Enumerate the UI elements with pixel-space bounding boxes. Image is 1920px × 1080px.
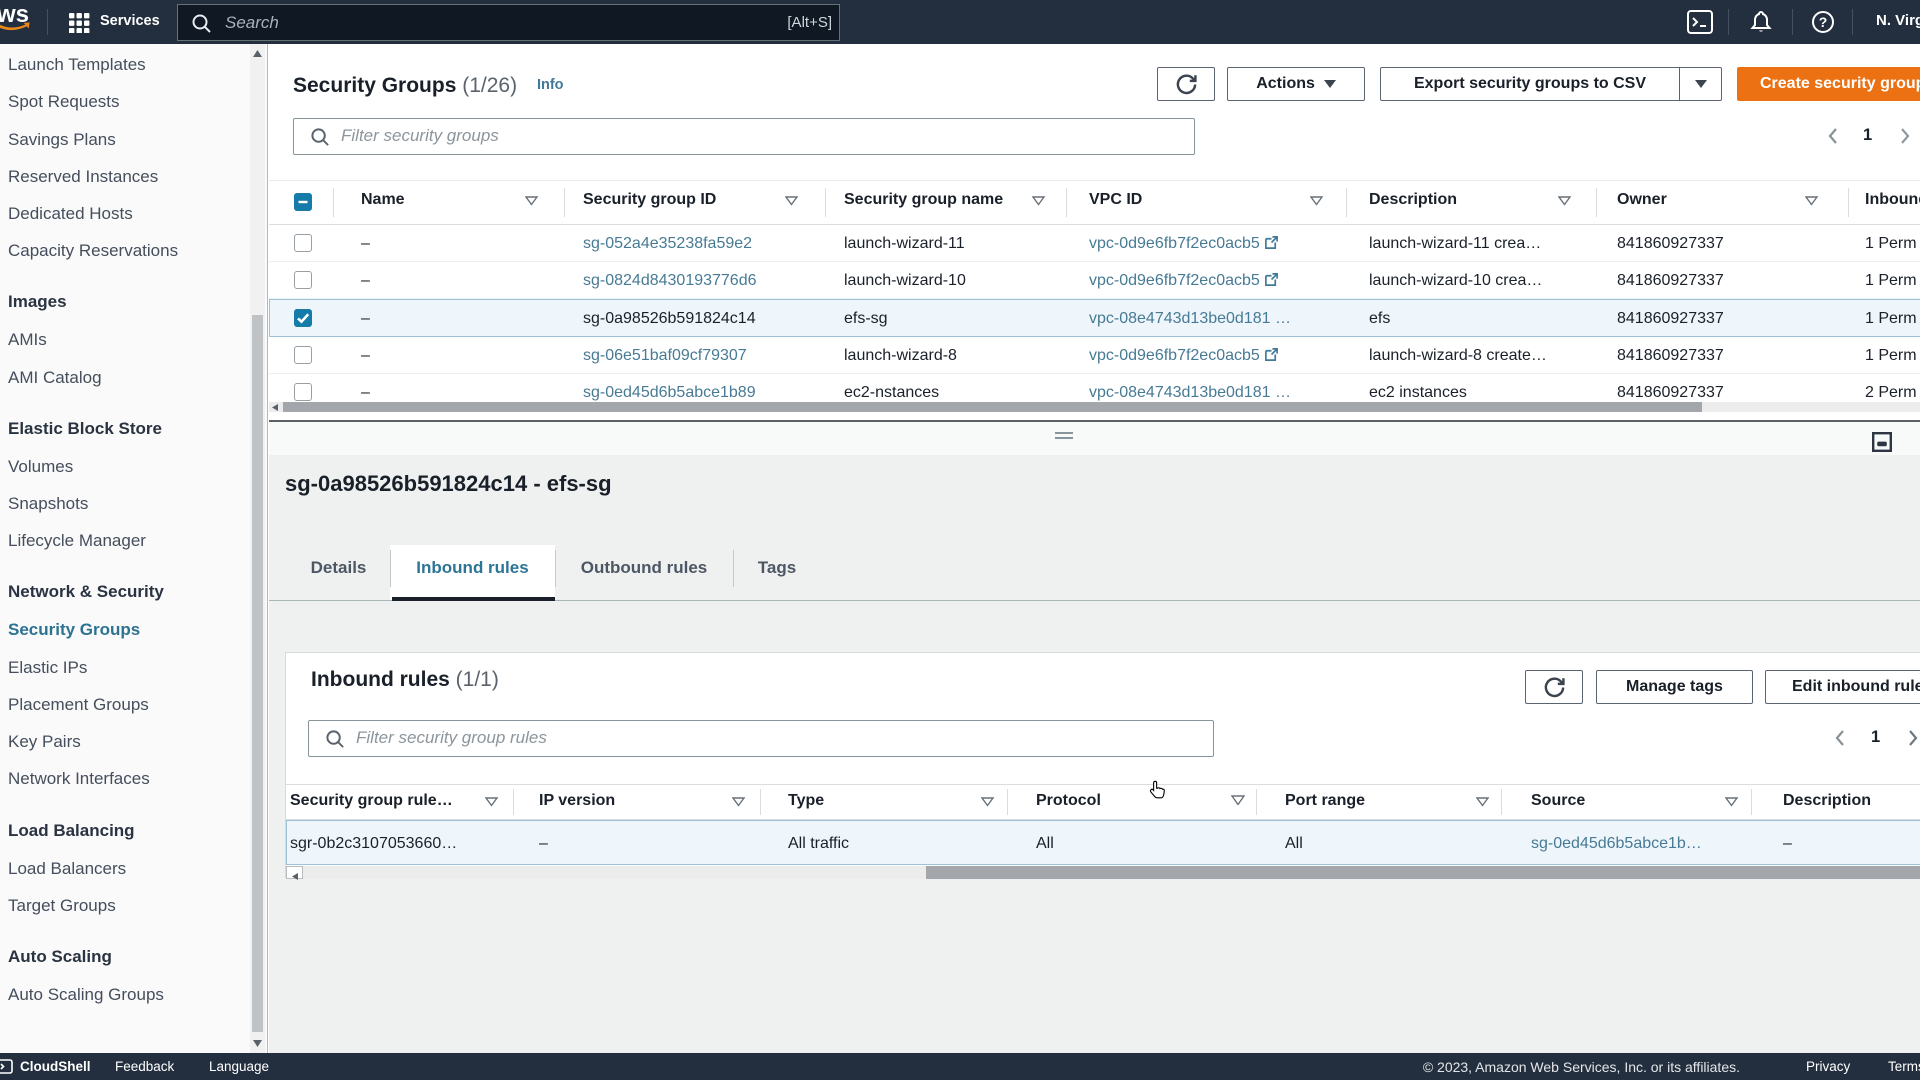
svg-text:?: ? (1819, 14, 1828, 30)
svg-text:ws: ws (0, 4, 29, 28)
